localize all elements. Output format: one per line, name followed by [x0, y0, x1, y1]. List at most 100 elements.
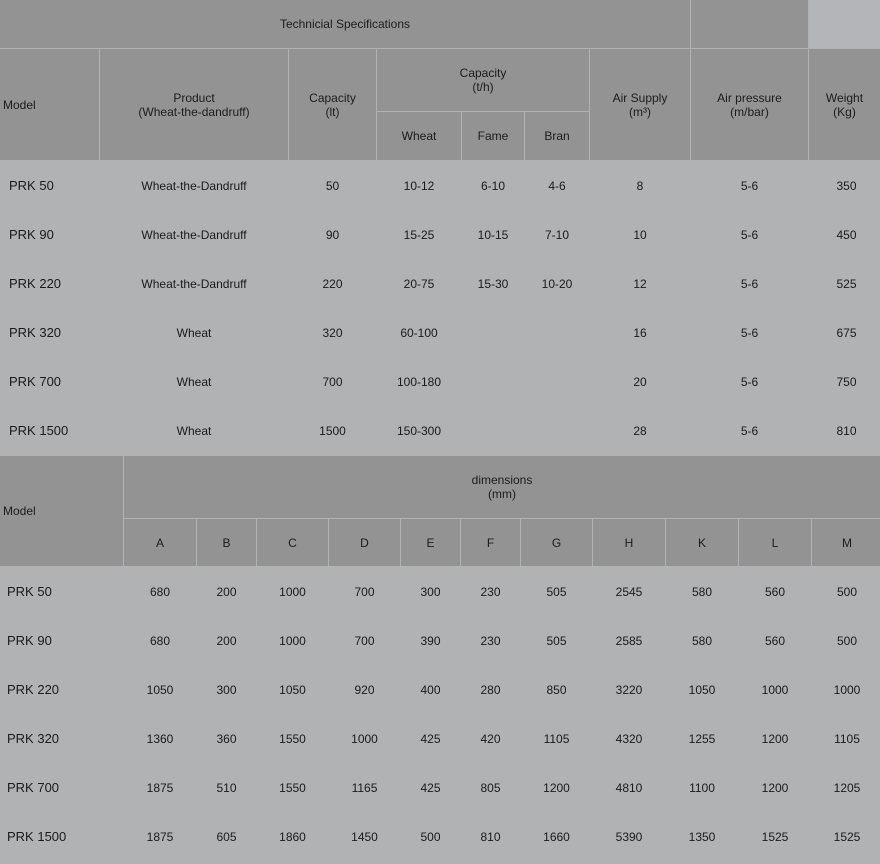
- cell-air-pressure: 5-6: [740, 325, 759, 340]
- cell-wheat: 60-100: [400, 325, 438, 340]
- cell-dim-e: 390: [420, 633, 441, 648]
- cell-dim-a: 1875: [146, 780, 174, 795]
- header-weight: Weight (Kg): [809, 49, 880, 160]
- cell-bran: 7-10: [544, 227, 570, 242]
- cell-air-pressure: 5-6: [740, 374, 759, 389]
- cell-dim-m: 1205: [833, 780, 861, 795]
- cell-dim-c: 1000: [279, 633, 306, 648]
- cell-dim-e: 300: [420, 584, 441, 599]
- cell-model: PRK 1500: [9, 423, 69, 438]
- cell-wheat: 20-75: [403, 276, 435, 291]
- cell-dim-a: 1360: [146, 731, 174, 746]
- cell-dim-b: 605: [216, 829, 237, 844]
- cell-fame: 6-10: [480, 178, 506, 193]
- cell-dim-f: 805: [480, 780, 501, 795]
- cell-weight: 450: [836, 227, 857, 242]
- cell-dim-l: 1200: [761, 780, 789, 795]
- cell-capacity-lt: 320: [322, 325, 343, 340]
- cell-air-pressure: 5-6: [740, 423, 759, 438]
- cell-dim-k: 1100: [689, 780, 715, 795]
- cell-wheat: 10-12: [403, 178, 435, 193]
- cell-product: Wheat-the-Dandruff: [141, 178, 247, 193]
- cell-bran: 4-6: [548, 178, 566, 193]
- cell-dim-b: 200: [216, 633, 237, 648]
- cell-dim-a: 680: [149, 584, 171, 599]
- cell-product: Wheat-the-Dandruff: [141, 227, 247, 242]
- cell-dim-l: 560: [764, 633, 786, 648]
- cell-model: PRK 320: [9, 325, 62, 340]
- cell-wheat: 15-25: [403, 227, 435, 242]
- cell-dim-h: 2585: [615, 633, 643, 648]
- cell-dim-d: 1450: [351, 829, 378, 844]
- cell-dim-g: 1105: [543, 731, 570, 746]
- cell-dim-b: 300: [216, 682, 237, 697]
- header-dimensions: dimensions (mm): [124, 456, 880, 518]
- header-blank: [691, 0, 808, 48]
- cell-dim-k: 580: [691, 584, 713, 599]
- cell-dim-k: 580: [691, 633, 713, 648]
- cell-dim-f: 810: [480, 829, 501, 844]
- cell-bran: 10-20: [541, 276, 573, 291]
- cell-dim-f: 230: [480, 584, 501, 599]
- cell-dim-d: 1165: [351, 780, 378, 795]
- cell-dim-h: 4320: [615, 731, 643, 746]
- cell-dim-c: 1550: [279, 780, 306, 795]
- header-dim-c: C: [257, 519, 328, 566]
- cell-air-supply: 10: [633, 227, 647, 242]
- cell-dim-c: 1050: [279, 682, 306, 697]
- header-fame: Fame: [462, 112, 524, 160]
- cell-dim-h: 2545: [615, 584, 643, 599]
- cell-dim-f: 280: [480, 682, 501, 697]
- header-blank-corner: [809, 0, 880, 48]
- cell-model: PRK 1500: [7, 829, 67, 844]
- cell-fame: 15-30: [477, 276, 509, 291]
- cell-air-supply: 20: [633, 374, 647, 389]
- cell-air-supply: 12: [633, 276, 647, 291]
- cell-product: Wheat: [176, 325, 212, 340]
- cell-dim-f: 420: [480, 731, 501, 746]
- header-capacity-lt: Capacity (lt): [289, 49, 376, 160]
- header-air-supply: Air Supply (m³): [590, 49, 690, 160]
- cell-capacity-lt: 220: [322, 276, 343, 291]
- cell-dim-e: 400: [420, 682, 441, 697]
- header-dim-g: G: [521, 519, 592, 566]
- header-dim-e: E: [401, 519, 460, 566]
- cell-dim-m: 1525: [833, 829, 861, 844]
- cell-dim-g: 1660: [543, 829, 570, 844]
- cell-model: PRK 50: [7, 584, 52, 599]
- header-model: Model: [0, 49, 99, 160]
- cell-dim-e: 500: [420, 829, 441, 844]
- cell-dim-k: 1050: [688, 682, 716, 697]
- cell-dim-e: 425: [420, 780, 441, 795]
- cell-dim-f: 230: [480, 633, 501, 648]
- table-title: Technicial Specifications: [0, 0, 690, 48]
- cell-bran: [525, 357, 589, 406]
- cell-product: Wheat-the-Dandruff: [141, 276, 247, 291]
- cell-model: PRK 90: [9, 227, 54, 242]
- cell-dim-h: 4810: [615, 780, 643, 795]
- cell-dim-g: 505: [546, 584, 567, 599]
- cell-dim-m: 500: [836, 584, 858, 599]
- cell-bran: [525, 308, 589, 357]
- cell-dim-h: 5390: [615, 829, 643, 844]
- header-product: Product (Wheat-the-dandruff): [100, 49, 288, 160]
- cell-dim-c: 1860: [279, 829, 306, 844]
- cell-weight: 675: [836, 325, 857, 340]
- header-dim-a: A: [124, 519, 196, 566]
- cell-dim-l: 560: [764, 584, 786, 599]
- cell-air-supply: 8: [636, 178, 644, 193]
- cell-dim-h: 3220: [615, 682, 643, 697]
- cell-dim-b: 200: [216, 584, 237, 599]
- cell-dim-b: 510: [216, 780, 237, 795]
- header-dim-d: D: [329, 519, 400, 566]
- cell-dim-b: 360: [216, 731, 237, 746]
- header-dim-f: F: [461, 519, 520, 566]
- cell-wheat: 150-300: [396, 423, 442, 438]
- cell-model: PRK 320: [7, 731, 60, 746]
- cell-dim-m: 1000: [833, 682, 861, 697]
- cell-model: PRK 220: [9, 276, 62, 291]
- cell-dim-m: 1105: [834, 731, 860, 746]
- header-model-2: Model: [0, 456, 123, 566]
- cell-dim-c: 1550: [279, 731, 306, 746]
- cell-dim-d: 700: [354, 633, 375, 648]
